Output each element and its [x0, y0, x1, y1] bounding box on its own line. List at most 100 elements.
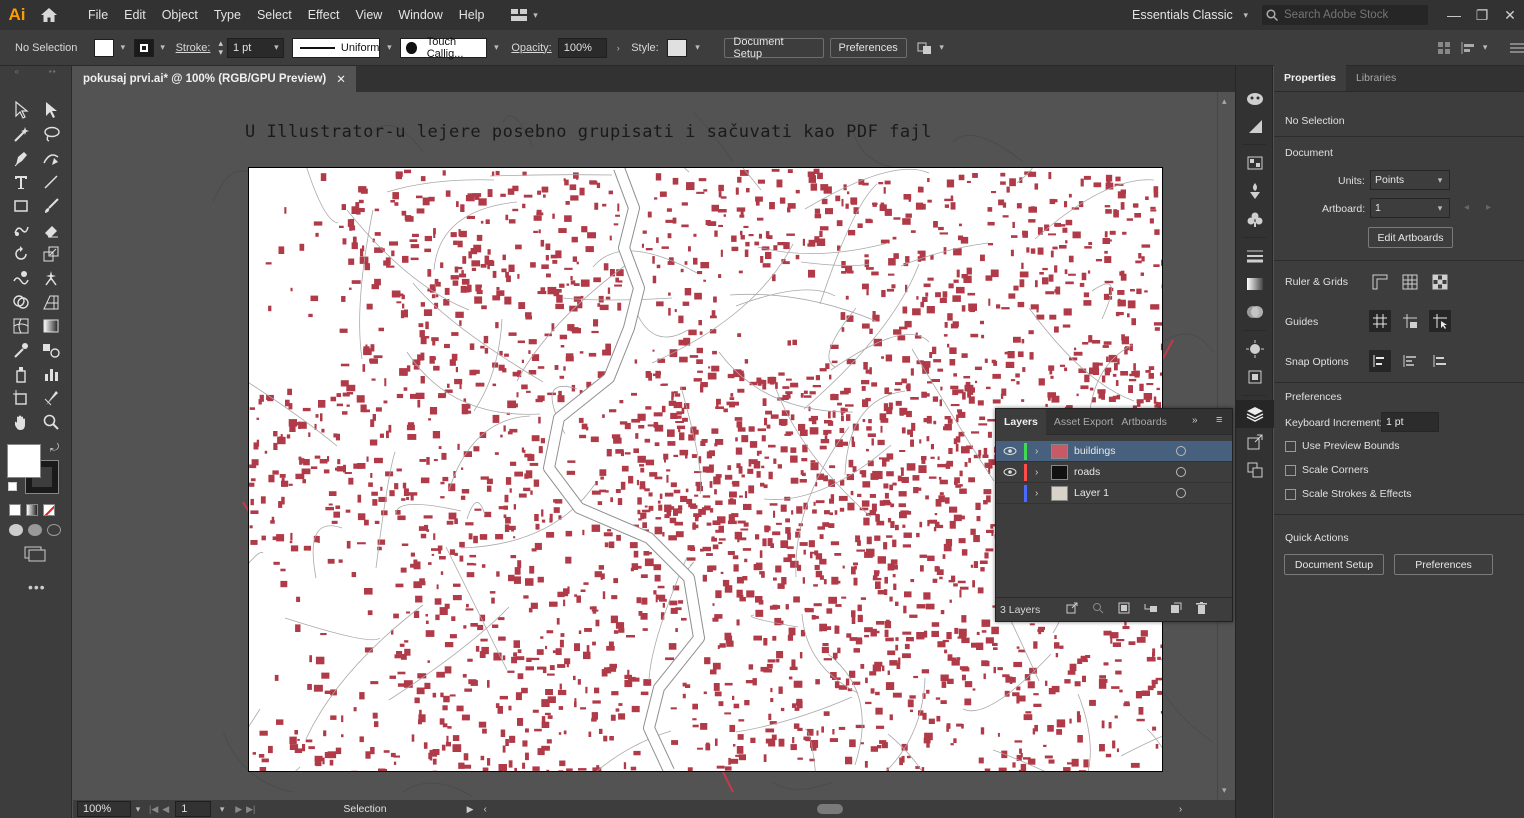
color-mode-icon[interactable] [9, 504, 21, 516]
align-left-icon[interactable] [1460, 41, 1478, 55]
perspective-grid-tool-icon[interactable] [36, 290, 66, 314]
stock-search[interactable] [1262, 5, 1428, 25]
chevron-down-icon[interactable]: ▾ [384, 42, 394, 53]
menu-object[interactable]: Object [154, 0, 206, 30]
layers-panel-icon[interactable] [1236, 400, 1274, 428]
chevron-down-icon[interactable]: ▾ [133, 804, 143, 814]
menu-view[interactable]: View [347, 0, 390, 30]
new-sublayer-icon[interactable] [1144, 602, 1170, 617]
chevron-down-icon[interactable]: ▾ [693, 42, 703, 53]
more-tools-icon[interactable]: ••• [28, 579, 71, 595]
shaper-tool-icon[interactable] [6, 218, 36, 242]
gradient-panel-icon[interactable] [1236, 270, 1274, 298]
artboard-number-field[interactable]: 1 [175, 801, 212, 817]
transparency-icon[interactable] [1236, 298, 1274, 326]
snap-to-pixel-icon[interactable] [1399, 350, 1421, 372]
lock-guides-icon[interactable] [1399, 310, 1421, 332]
menu-window[interactable]: Window [390, 0, 450, 30]
rulers-icon[interactable] [1369, 271, 1391, 293]
symbol-sprayer-tool-icon[interactable] [6, 362, 36, 386]
trash-icon[interactable] [1196, 602, 1216, 617]
fill-color-box[interactable] [7, 444, 41, 478]
scroll-left-icon[interactable]: ‹ [484, 804, 487, 815]
rotate-tool-icon[interactable] [6, 242, 36, 266]
menu-effect[interactable]: Effect [300, 0, 348, 30]
layer-name[interactable]: buildings [1074, 445, 1172, 457]
chevron-right-icon[interactable]: › [613, 43, 623, 53]
warp-tool-icon[interactable] [6, 266, 36, 290]
document-setup-button[interactable]: Document Setup [724, 36, 824, 60]
maximize-icon[interactable]: ❐ [1468, 0, 1496, 30]
blend-tool-icon[interactable] [36, 338, 66, 362]
magic-wand-tool-icon[interactable] [6, 122, 36, 146]
menu-edit[interactable]: Edit [116, 0, 154, 30]
align-grid-icon[interactable] [1437, 41, 1451, 55]
slice-tool-icon[interactable] [36, 386, 66, 410]
brush-select[interactable]: Touch Callig... [400, 36, 488, 60]
close-icon[interactable]: ✕ [336, 72, 346, 86]
zoom-tool-icon[interactable] [36, 410, 66, 434]
export-icon[interactable] [1066, 602, 1092, 617]
none-mode-icon[interactable] [43, 504, 55, 516]
snap-to-point-icon[interactable] [1369, 350, 1391, 372]
screen-mode-icon[interactable] [24, 546, 71, 565]
tab-properties[interactable]: Properties [1274, 65, 1346, 91]
pen-tool-icon[interactable] [6, 146, 36, 170]
chevron-down-icon[interactable]: ▾ [937, 42, 947, 53]
style-swatch[interactable] [666, 38, 687, 57]
type-tool-icon[interactable] [6, 170, 36, 194]
scroll-down-icon[interactable]: ▾ [1222, 785, 1227, 796]
target-icon[interactable] [1176, 467, 1186, 477]
stroke-profile-select[interactable]: Uniform [292, 37, 381, 58]
previous-artboard-icon[interactable]: ◂ [1464, 202, 1469, 213]
eye-icon[interactable] [996, 468, 1024, 476]
next-artboard-icon[interactable]: ▶ [235, 804, 242, 815]
status-menu-icon[interactable]: ▶ [467, 804, 474, 815]
swap-colors-icon[interactable]: ⤾ [50, 442, 59, 455]
minimize-icon[interactable]: — [1440, 0, 1468, 30]
chevron-down-icon[interactable]: ▾ [118, 42, 128, 53]
artboard-select[interactable]: 1 ▾ [1370, 198, 1450, 218]
expand-arrow-icon[interactable]: › [1035, 467, 1047, 478]
menu-type[interactable]: Type [206, 0, 249, 30]
expand-arrow-icon[interactable]: › [1035, 446, 1047, 457]
line-tool-icon[interactable] [36, 170, 66, 194]
transform-icon[interactable] [1236, 363, 1274, 391]
arrange-icon[interactable] [917, 41, 933, 55]
canvas-heading-text[interactable]: U Illustrator-u lejere posebno grupisati… [245, 122, 932, 142]
tab-asset-export[interactable]: Asset Export [1046, 409, 1122, 435]
draw-inside-icon[interactable] [47, 524, 61, 536]
document-tab[interactable]: pokusaj prvi.ai* @ 100% (RGB/GPU Preview… [73, 66, 356, 92]
menu-file[interactable]: File [80, 0, 116, 30]
color-guide-icon[interactable] [1236, 335, 1274, 363]
menu-select[interactable]: Select [249, 0, 300, 30]
panel-grip[interactable]: « ▪▪ [0, 66, 71, 76]
artboards-panel-icon[interactable] [1236, 456, 1274, 484]
stroke-stepper[interactable]: ▴ ▾ [218, 38, 223, 57]
expand-arrow-icon[interactable]: › [1035, 488, 1047, 499]
shape-builder-tool-icon[interactable] [6, 290, 36, 314]
fill-swatch[interactable] [94, 38, 114, 57]
scale-strokes-checkbox[interactable]: Scale Strokes & Effects [1285, 488, 1412, 500]
stroke-swatch[interactable] [133, 38, 154, 57]
export-icon[interactable] [1236, 428, 1274, 456]
stroke-panel-icon[interactable] [1236, 242, 1274, 270]
hand-tool-icon[interactable] [6, 410, 36, 434]
layer-name[interactable]: roads [1074, 466, 1172, 478]
puppet-warp-tool-icon[interactable] [36, 266, 66, 290]
symbols-icon[interactable] [1236, 177, 1274, 205]
layer-row-layer-1[interactable]: › Layer 1 [996, 483, 1232, 504]
first-artboard-icon[interactable]: |◀ [149, 804, 158, 815]
chevron-down-icon[interactable]: ▾ [1480, 42, 1490, 53]
collapse-panel-icon[interactable]: » [1192, 415, 1198, 426]
new-layer-icon[interactable] [1170, 602, 1196, 617]
layer-row-roads[interactable]: › roads [996, 462, 1232, 483]
direct-selection-tool-icon[interactable] [36, 98, 66, 122]
opacity-field[interactable]: 100% [557, 37, 608, 58]
transparency-grid-icon[interactable] [1429, 271, 1451, 293]
gradient-tool-icon[interactable] [36, 314, 66, 338]
layer-row-buildings[interactable]: › buildings [996, 441, 1232, 462]
rectangle-tool-icon[interactable] [6, 194, 36, 218]
horizontal-scroll-thumb[interactable] [816, 804, 843, 814]
tab-layers[interactable]: Layers [996, 408, 1046, 435]
